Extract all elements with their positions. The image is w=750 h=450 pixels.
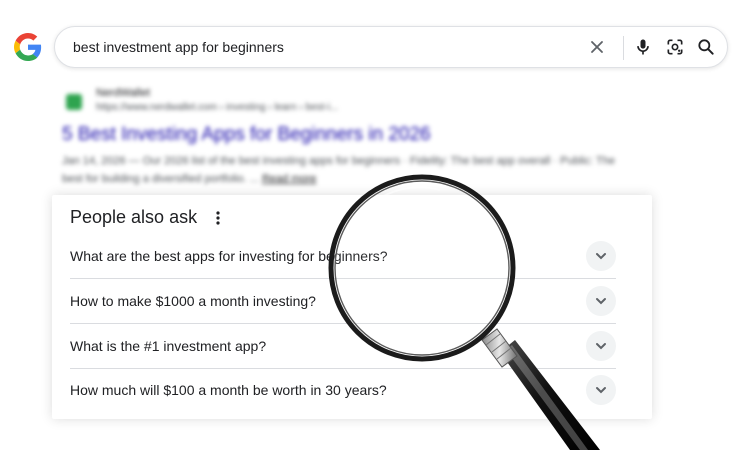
expand-button[interactable] [586,241,616,271]
chevron-down-icon [596,387,606,394]
chevron-down-icon [596,253,606,260]
site-name: NerdWallet [96,87,150,99]
paa-question-row[interactable]: What is the #1 investment app? [70,325,616,369]
paa-question-row[interactable]: How much will $100 a month be worth in 3… [70,369,616,413]
mic-icon[interactable] [633,37,653,57]
result-title-link[interactable]: 5 Best Investing Apps for Beginners in 2… [62,124,431,146]
people-also-ask-card: People also ask What are the best apps f… [52,195,652,419]
paa-question: How much will $100 a month be worth in 3… [70,382,387,398]
site-favicon-icon [66,94,82,110]
expand-button[interactable] [586,286,616,316]
result-snippet: Jan 14, 2026 — Our 2026 list of the best… [62,152,622,188]
paa-question-row[interactable]: How to make $1000 a month investing? [70,280,616,324]
google-logo[interactable] [14,33,42,61]
lens-icon[interactable] [665,37,685,57]
read-more-link[interactable]: Read more [262,173,316,185]
search-icon[interactable] [696,37,716,57]
paa-title: People also ask [70,207,198,227]
expand-button[interactable] [586,375,616,405]
chevron-down-icon [596,298,606,305]
paa-question-row[interactable]: What are the best apps for investing for… [70,235,616,279]
paa-question: What are the best apps for investing for… [70,248,388,264]
snippet-text: Jan 14, 2026 — Our 2026 list of the best… [62,155,615,185]
clear-icon[interactable] [587,37,607,57]
search-bar[interactable] [54,26,728,68]
more-vert-icon[interactable] [214,209,222,227]
paa-question: What is the #1 investment app? [70,338,267,354]
paa-question: How to make $1000 a month investing? [70,293,316,309]
search-input[interactable] [73,27,573,67]
expand-button[interactable] [586,331,616,361]
site-url[interactable]: https://www.nerdwallet.com › investing ›… [96,102,338,113]
search-result[interactable]: NerdWallet https://www.nerdwallet.com › … [62,84,622,192]
search-bar-divider [623,36,624,60]
chevron-down-icon [596,343,606,350]
